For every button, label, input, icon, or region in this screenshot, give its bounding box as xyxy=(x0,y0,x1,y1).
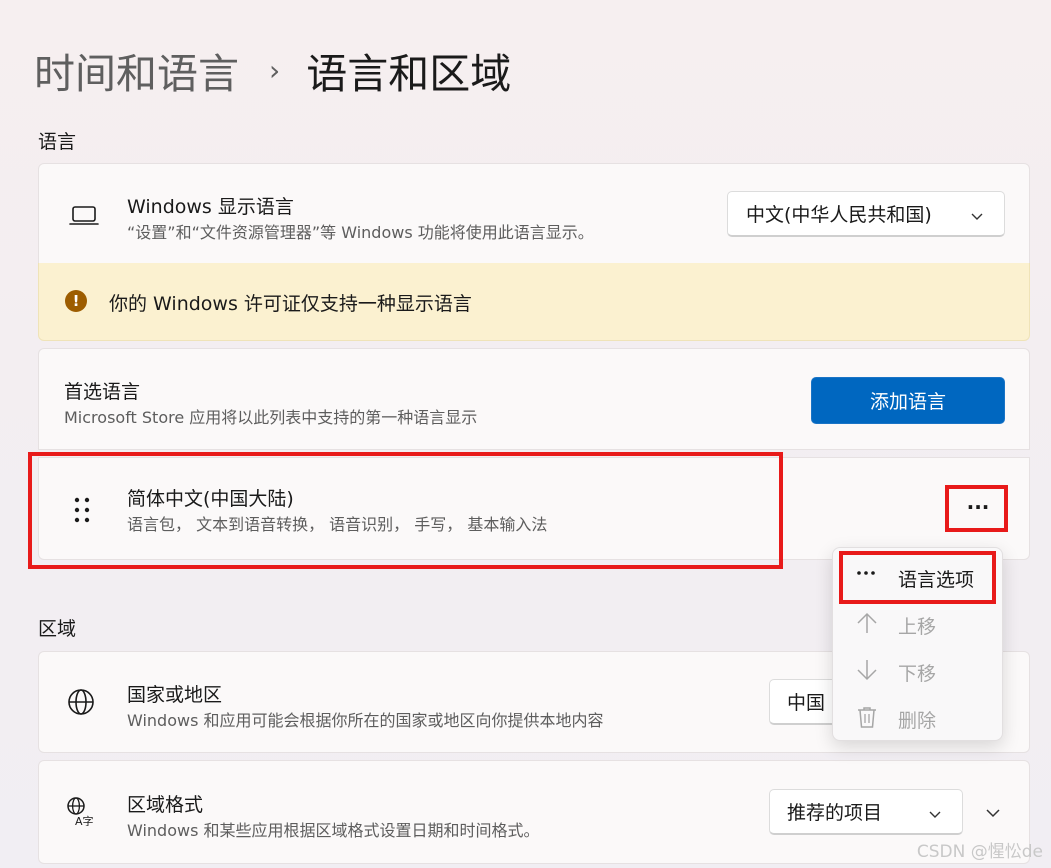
menu-item-move-up[interactable]: 上移 xyxy=(833,601,1004,645)
regional-format-description: Windows 和某些应用根据区域格式设置日期和时间格式。 xyxy=(127,821,540,840)
svg-text:A字: A字 xyxy=(75,814,94,826)
watermark: CSDN @惺忪de xyxy=(916,842,1043,862)
arrow-down-icon xyxy=(855,658,879,686)
country-region-title: 国家或地区 xyxy=(127,684,223,706)
language-format-icon: A字 xyxy=(66,796,98,830)
menu-item-delete[interactable]: 删除 xyxy=(833,695,1004,739)
country-region-dropdown-value: 中国 xyxy=(787,692,826,714)
menu-item-label: 删除 xyxy=(898,710,937,732)
preferred-languages-card: 首选语言 Microsoft Store 应用将以此列表中支持的第一种语言显示 … xyxy=(38,348,1030,450)
page-title: 语言和区域 xyxy=(306,50,512,98)
expand-chevron-icon[interactable] xyxy=(985,805,1001,824)
breadcrumb-separator: › xyxy=(269,53,281,87)
section-title-language: 语言 xyxy=(38,131,77,153)
laptop-icon xyxy=(69,206,99,230)
menu-item-label: 下移 xyxy=(898,663,937,685)
regional-format-dropdown-value: 推荐的项目 xyxy=(787,802,883,824)
country-region-description: Windows 和应用可能会根据你所在的国家或地区向你提供本地内容 xyxy=(127,711,604,730)
preferred-languages-description: Microsoft Store 应用将以此列表中支持的第一种语言显示 xyxy=(64,408,478,427)
regional-format-card: A字 区域格式 Windows 和某些应用根据区域格式设置日期和时间格式。 推荐… xyxy=(38,760,1030,864)
highlight-box-language-options xyxy=(839,551,996,604)
display-language-description: “设置”和“文件资源管理器”等 Windows 功能将使用此语言显示。 xyxy=(127,223,594,242)
display-language-title: Windows 显示语言 xyxy=(127,196,294,218)
preferred-languages-title: 首选语言 xyxy=(64,381,141,403)
display-language-dropdown[interactable]: 中文(中华人民共和国) xyxy=(727,191,1005,237)
highlight-box-more-button xyxy=(945,485,1008,532)
arrow-up-icon xyxy=(855,611,879,639)
globe-icon xyxy=(67,688,95,720)
chevron-down-icon xyxy=(970,206,984,228)
menu-item-label: 上移 xyxy=(898,616,937,638)
display-language-card: Windows 显示语言 “设置”和“文件资源管理器”等 Windows 功能将… xyxy=(38,163,1030,264)
section-title-region: 区域 xyxy=(38,618,77,640)
breadcrumb-parent-link[interactable]: 时间和语言 xyxy=(34,40,239,100)
license-warning-text: 你的 Windows 许可证仅支持一种显示语言 xyxy=(109,293,472,315)
menu-item-move-down[interactable]: 下移 xyxy=(833,648,1004,692)
highlight-box-language-item xyxy=(28,452,783,569)
add-language-button[interactable]: 添加语言 xyxy=(811,377,1005,424)
regional-format-title: 区域格式 xyxy=(127,794,204,816)
regional-format-dropdown[interactable]: 推荐的项目 xyxy=(769,789,963,835)
breadcrumb: 时间和语言 › 语言和区域 xyxy=(34,40,511,100)
warning-icon: ! xyxy=(65,290,87,312)
trash-icon xyxy=(855,705,879,733)
license-warning-banner: ! 你的 Windows 许可证仅支持一种显示语言 xyxy=(38,263,1030,341)
chevron-down-icon xyxy=(928,804,942,826)
display-language-dropdown-value: 中文(中华人民共和国) xyxy=(746,204,932,226)
